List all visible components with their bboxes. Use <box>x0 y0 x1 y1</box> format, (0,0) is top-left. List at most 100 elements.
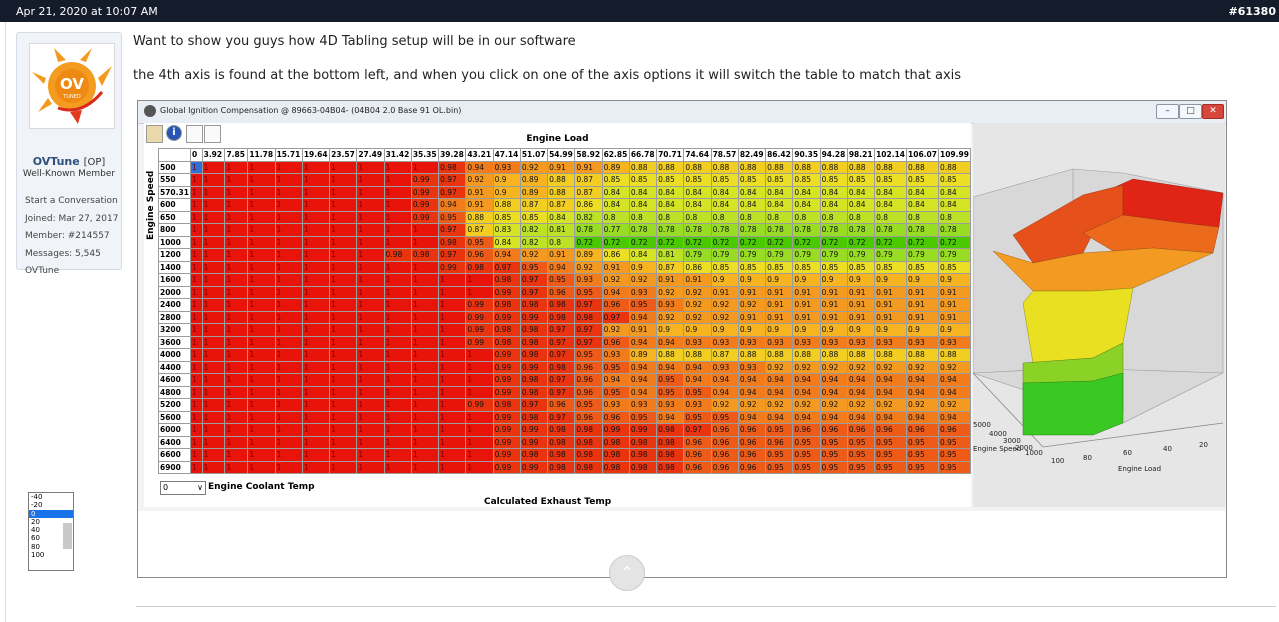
table-cell[interactable]: 0.9 <box>792 273 821 287</box>
table-cell[interactable]: 1 <box>356 423 385 437</box>
table-cell[interactable]: 0.97 <box>601 310 630 324</box>
table-cell[interactable]: 1 <box>189 348 203 362</box>
table-cell[interactable]: 1 <box>465 448 494 462</box>
table-cell[interactable]: 1 <box>201 423 226 437</box>
table-cell[interactable]: 0.94 <box>438 198 467 212</box>
table-cell[interactable]: 1 <box>301 460 331 474</box>
table-cell[interactable]: 0.94 <box>874 373 908 387</box>
table-cell[interactable]: 0.91 <box>792 285 821 299</box>
table-cell[interactable]: 0.88 <box>937 348 972 362</box>
table-cell[interactable]: 0.98 <box>601 460 630 474</box>
table-cell[interactable]: 1 <box>201 248 226 262</box>
table-cell[interactable]: 1 <box>189 248 203 262</box>
table-cell[interactable]: 1 <box>274 373 303 387</box>
table-cell[interactable]: 0.94 <box>628 310 658 324</box>
table-cell[interactable]: 0.78 <box>574 223 603 237</box>
table-cell[interactable]: 0.91 <box>874 285 908 299</box>
table-cell[interactable]: 0.94 <box>792 410 821 424</box>
table-cell[interactable]: 1 <box>410 435 440 449</box>
table-cell[interactable]: 0.93 <box>628 285 658 299</box>
table-cell[interactable]: 0.97 <box>547 323 576 337</box>
table-cell[interactable]: 0.72 <box>819 235 848 249</box>
column-header[interactable]: 106.07 <box>906 148 939 162</box>
maximize-button[interactable]: □ <box>1179 104 1202 119</box>
table-cell[interactable]: 0.92 <box>792 398 821 412</box>
table-cell[interactable]: 0.88 <box>656 348 685 362</box>
table-cell[interactable]: 0.84 <box>846 185 876 199</box>
table-cell[interactable]: 1 <box>201 273 226 287</box>
table-cell[interactable]: 0.85 <box>906 260 939 274</box>
table-cell[interactable]: 0.95 <box>874 448 908 462</box>
table-cell[interactable]: 0.88 <box>656 160 685 174</box>
table-cell[interactable]: 1 <box>301 185 331 199</box>
table-cell[interactable]: 0.94 <box>846 410 876 424</box>
table-cell[interactable]: 0.97 <box>574 298 603 312</box>
table-cell[interactable]: 1 <box>224 185 249 199</box>
table-cell[interactable]: 1 <box>201 310 226 324</box>
axis-option[interactable]: -20 <box>29 501 73 509</box>
table-cell[interactable]: 0.94 <box>792 373 821 387</box>
table-cell[interactable]: 1 <box>201 285 226 299</box>
table-cell[interactable]: 0.82 <box>519 235 549 249</box>
table-cell[interactable]: 1 <box>274 323 303 337</box>
table-cell[interactable]: 0.98 <box>519 348 549 362</box>
table-cell[interactable]: 1 <box>329 198 358 212</box>
table-cell[interactable]: 0.99 <box>492 285 521 299</box>
table-cell[interactable]: 0.91 <box>906 298 939 312</box>
table-cell[interactable]: 0.92 <box>737 298 767 312</box>
row-header[interactable]: 6900 <box>158 460 191 474</box>
table-cell[interactable]: 0.9 <box>874 273 908 287</box>
table-cell[interactable]: 0.95 <box>937 435 972 449</box>
table-cell[interactable]: 0.89 <box>628 348 658 362</box>
table-cell[interactable]: 1 <box>201 323 226 337</box>
table-cell[interactable]: 1 <box>189 185 203 199</box>
table-cell[interactable]: 0.78 <box>792 223 821 237</box>
table-cell[interactable]: 1 <box>383 448 412 462</box>
table-cell[interactable]: 0.95 <box>846 435 876 449</box>
table-cell[interactable]: 0.84 <box>874 185 908 199</box>
table-cell[interactable]: 0.95 <box>574 398 603 412</box>
column-header[interactable]: 47.14 <box>492 148 521 162</box>
table-cell[interactable]: 0.88 <box>683 348 712 362</box>
table-cell[interactable]: 1 <box>247 460 276 474</box>
row-header[interactable]: 4000 <box>158 348 191 362</box>
table-cell[interactable]: 1 <box>301 160 331 174</box>
table-cell[interactable]: 1 <box>301 223 331 237</box>
table-cell[interactable]: 0.91 <box>819 285 848 299</box>
table-cell[interactable]: 1 <box>301 235 331 249</box>
table-cell[interactable]: 0.8 <box>737 210 767 224</box>
row-header[interactable]: 800 <box>158 223 191 237</box>
table-cell[interactable]: 0.93 <box>492 160 521 174</box>
table-cell[interactable]: 1 <box>247 310 276 324</box>
table-cell[interactable]: 0.84 <box>601 185 630 199</box>
table-cell[interactable]: 1 <box>329 285 358 299</box>
table-cell[interactable]: 0.98 <box>628 435 658 449</box>
table-cell[interactable]: 0.98 <box>601 435 630 449</box>
table-cell[interactable]: 0.93 <box>765 335 794 349</box>
table-cell[interactable]: 0.96 <box>547 285 576 299</box>
table-cell[interactable]: 1 <box>356 248 385 262</box>
table-cell[interactable]: 1 <box>189 435 203 449</box>
table-cell[interactable]: 1 <box>247 423 276 437</box>
table-cell[interactable]: 1 <box>410 423 440 437</box>
table-cell[interactable]: 0.96 <box>683 460 712 474</box>
table-cell[interactable]: 0.93 <box>683 335 712 349</box>
table-cell[interactable]: 0.88 <box>492 198 521 212</box>
table-cell[interactable]: 0.9 <box>819 273 848 287</box>
table-cell[interactable]: 1 <box>189 323 203 337</box>
row-header[interactable]: 4600 <box>158 373 191 387</box>
table-cell[interactable]: 1 <box>224 260 249 274</box>
table-cell[interactable]: 1 <box>201 460 226 474</box>
table-cell[interactable]: 1 <box>301 398 331 412</box>
table-cell[interactable]: 1 <box>383 310 412 324</box>
table-cell[interactable]: 0.94 <box>628 385 658 399</box>
table-cell[interactable]: 0.91 <box>792 298 821 312</box>
table-cell[interactable]: 0.95 <box>710 410 739 424</box>
table-cell[interactable]: 0.96 <box>465 248 494 262</box>
table-cell[interactable]: 0.96 <box>737 460 767 474</box>
table-cell[interactable]: 0.98 <box>628 460 658 474</box>
table-cell[interactable]: 1 <box>356 323 385 337</box>
table-cell[interactable]: 0.96 <box>765 435 794 449</box>
table-cell[interactable]: 1 <box>356 448 385 462</box>
column-header[interactable]: 31.42 <box>383 148 412 162</box>
